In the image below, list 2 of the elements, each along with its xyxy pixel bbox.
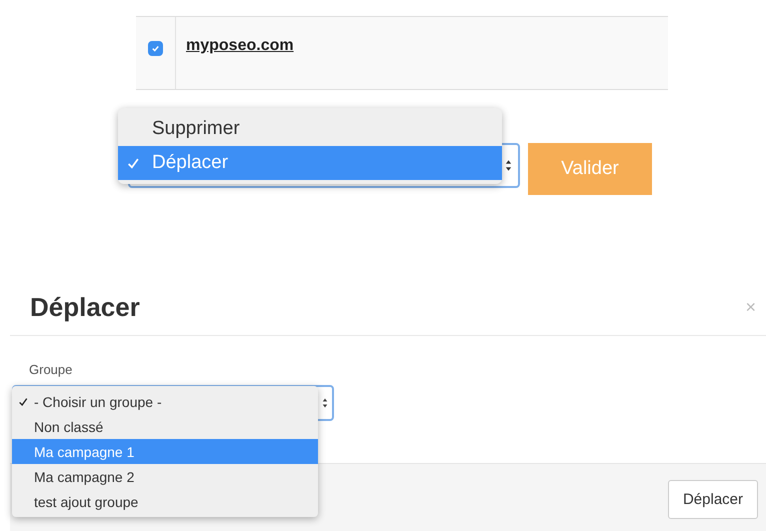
modal-title: Déplacer [30,292,140,323]
field-label: Groupe [29,362,74,377]
